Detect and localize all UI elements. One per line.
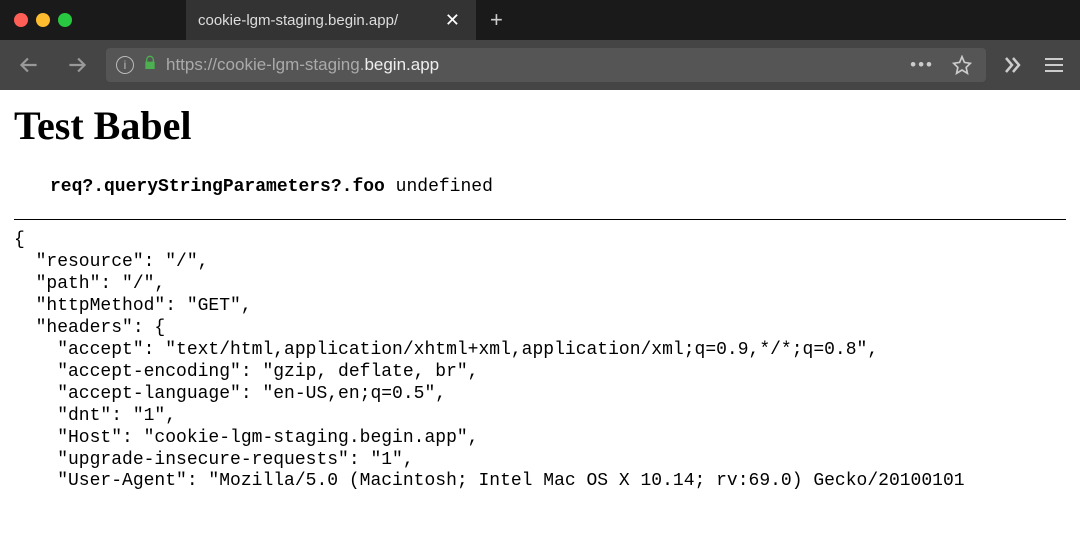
page-title: Test Babel xyxy=(14,102,1066,149)
bookmark-icon[interactable] xyxy=(948,51,976,79)
close-tab-icon[interactable]: ✕ xyxy=(441,10,464,31)
forward-button[interactable] xyxy=(58,48,96,82)
page-content: Test Babel req?.queryStringParameters?.f… xyxy=(0,90,1080,505)
url-text: https://cookie-lgm-staging.begin.app xyxy=(166,55,439,75)
titlebar: cookie-lgm-staging.begin.app/ ✕ + xyxy=(0,0,1080,40)
url-actions: ••• xyxy=(910,51,976,79)
close-window-button[interactable] xyxy=(14,13,28,27)
url-bar[interactable]: i https://cookie-lgm-staging.begin.app •… xyxy=(106,48,986,82)
request-json: { "resource": "/", "path": "/", "httpMet… xyxy=(14,230,1066,493)
new-tab-button[interactable]: + xyxy=(476,7,517,33)
toolbar: i https://cookie-lgm-staging.begin.app •… xyxy=(0,40,1080,90)
site-info-icon[interactable]: i xyxy=(116,56,134,74)
maximize-window-button[interactable] xyxy=(58,13,72,27)
browser-tab[interactable]: cookie-lgm-staging.begin.app/ ✕ xyxy=(186,0,476,40)
menu-button[interactable] xyxy=(1038,49,1070,81)
window-controls xyxy=(0,13,86,27)
url-scheme: https:// xyxy=(166,55,217,74)
tab-title: cookie-lgm-staging.begin.app/ xyxy=(198,12,398,29)
minimize-window-button[interactable] xyxy=(36,13,50,27)
overflow-button[interactable] xyxy=(996,49,1028,81)
url-domain: begin.app xyxy=(364,55,439,74)
query-value: undefined xyxy=(396,177,493,197)
lock-icon xyxy=(142,55,158,76)
page-actions-icon[interactable]: ••• xyxy=(910,55,934,75)
query-expression: req?.queryStringParameters?.foo xyxy=(50,177,385,197)
url-subdomain: cookie-lgm-staging. xyxy=(217,55,364,74)
divider xyxy=(14,219,1066,220)
query-line: req?.queryStringParameters?.foo undefine… xyxy=(14,177,1066,197)
back-button[interactable] xyxy=(10,48,48,82)
